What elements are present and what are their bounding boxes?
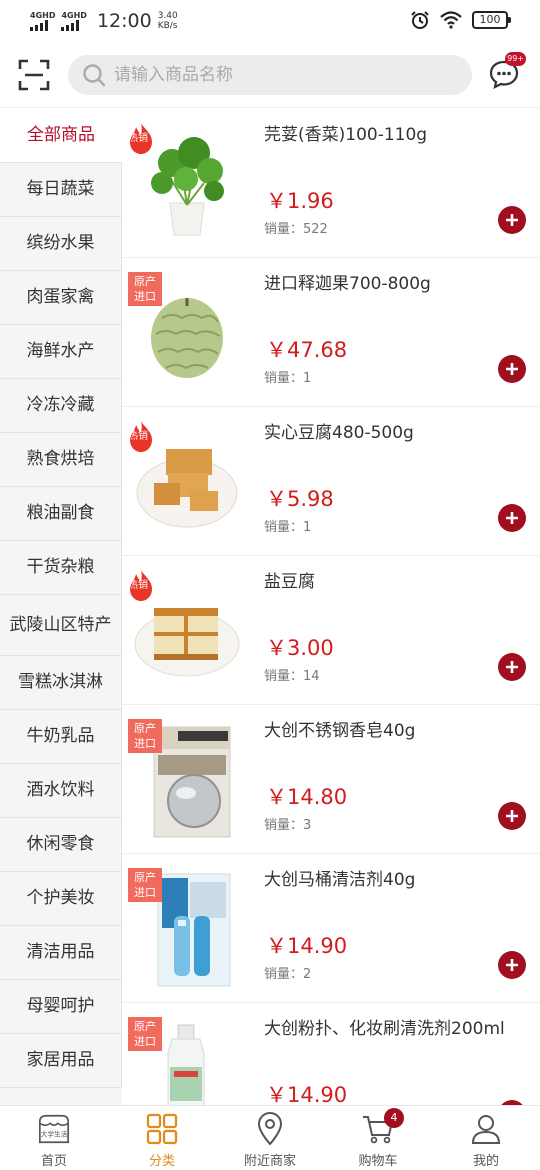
product-name: 大创马桶清洁剂40g — [264, 870, 416, 890]
plus-icon — [506, 810, 518, 822]
search-box[interactable] — [68, 54, 472, 95]
add-to-cart-button[interactable] — [498, 653, 526, 681]
product-sales: 销量：522 — [264, 222, 328, 237]
search-input[interactable] — [114, 64, 434, 85]
product-price: ￥14.90 — [266, 1083, 348, 1105]
sidebar-item-baby-care[interactable]: 母婴呵护 — [0, 980, 122, 1034]
status-bar: 4GHD 4GHD 12:00 3.40 KB/s 100 — [0, 0, 540, 42]
product-sales: 销量：1 — [264, 371, 312, 386]
battery-icon: 100 — [472, 11, 511, 29]
sidebar-item-vegetables[interactable]: 每日蔬菜 — [0, 163, 122, 217]
product-price: ￥1.96 — [266, 189, 334, 213]
category-grid-icon — [145, 1112, 179, 1146]
signal-2-icon: 4GHD — [61, 11, 87, 31]
tab-mine[interactable]: 我的 — [432, 1106, 540, 1170]
plus-icon — [506, 959, 518, 971]
sidebar-item-frozen[interactable]: 冷冻冷藏 — [0, 379, 122, 433]
product-price: ￥3.00 — [266, 636, 334, 660]
product-item[interactable]: 原产 进口 大创粉扑、化妆刷清洗剂200ml ￥14.90 — [122, 1003, 540, 1105]
sidebar-item-deli-bakery[interactable]: 熟食烘培 — [0, 433, 122, 487]
sidebar-item-personal-care[interactable]: 个护美妆 — [0, 872, 122, 926]
product-name: 芫荽(香菜)100-110g — [264, 125, 428, 145]
svg-text:大学生活: 大学生活 — [41, 1130, 68, 1139]
add-to-cart-button[interactable] — [498, 951, 526, 979]
product-item[interactable]: 原产 进口 大创马桶清洁剂40g ￥14.90 销量：2 — [122, 854, 540, 1003]
product-price: ￥47.68 — [266, 338, 348, 362]
product-item[interactable]: 热销 实心豆腐480-500g ￥5.98 销量：1 — [122, 407, 540, 556]
hot-sale-label: 热销 — [128, 580, 148, 591]
product-name: 实心豆腐480-500g — [264, 423, 414, 443]
wifi-icon — [440, 11, 462, 29]
sidebar-item-grain-oil[interactable]: 粮油副食 — [0, 487, 122, 541]
add-to-cart-button[interactable] — [498, 206, 526, 234]
clock: 12:00 — [96, 10, 152, 32]
sidebar-item-ice-cream[interactable]: 雪糕冰淇淋 — [0, 656, 122, 710]
scan-icon — [18, 59, 50, 90]
sidebar-item-fruits[interactable]: 缤纷水果 — [0, 217, 122, 271]
tab-category[interactable]: 分类 — [108, 1106, 216, 1170]
product-sales: 销量：14 — [264, 669, 320, 684]
tab-cart[interactable]: 4 购物车 — [324, 1106, 432, 1170]
product-sales: 销量：3 — [264, 818, 312, 833]
message-badge: 99+ — [505, 52, 526, 66]
product-name: 大创不锈钢香皂40g — [264, 721, 416, 741]
sidebar-item-wuling-specialty[interactable]: 武陵山区特产 — [0, 595, 122, 656]
product-list: 热销 芫荽(香菜)100-110g ￥1.96 销量：522 原产 进口 进口释迦… — [122, 109, 540, 1105]
category-sidebar: 全部商品 每日蔬菜 缤纷水果 肉蛋家禽 海鲜水产 冷冻冷藏 熟食烘培 粮油副食 … — [0, 109, 122, 1105]
plus-icon — [506, 512, 518, 524]
network-speed: 3.40 KB/s — [157, 11, 178, 31]
product-price: ￥14.80 — [266, 785, 348, 809]
add-to-cart-button[interactable] — [498, 802, 526, 830]
sidebar-item-dairy[interactable]: 牛奶乳品 — [0, 710, 122, 764]
alarm-icon — [411, 11, 429, 29]
sidebar-item-home[interactable]: 家居用品 — [0, 1034, 122, 1088]
tab-nearby[interactable]: 附近商家 — [216, 1106, 324, 1170]
sidebar-item-meat-eggs[interactable]: 肉蛋家禽 — [0, 271, 122, 325]
location-pin-icon — [253, 1112, 287, 1146]
search-header: 99+ — [0, 42, 540, 108]
message-button[interactable]: 99+ — [488, 52, 526, 92]
imported-badge: 原产 进口 — [128, 272, 162, 306]
sidebar-item-cleaning[interactable]: 清洁用品 — [0, 926, 122, 980]
product-item[interactable]: 原产 进口 进口释迦果700-800g ￥47.68 销量：1 — [122, 258, 540, 407]
hot-sale-label: 热销 — [128, 431, 148, 442]
imported-badge: 原产 进口 — [128, 868, 162, 902]
sidebar-item-snacks[interactable]: 休闲零食 — [0, 818, 122, 872]
sidebar-item-drinks[interactable]: 酒水饮料 — [0, 764, 122, 818]
product-price: ￥5.98 — [266, 487, 334, 511]
imported-badge: 原产 进口 — [128, 1017, 162, 1051]
imported-badge: 原产 进口 — [128, 719, 162, 753]
product-item[interactable]: 原产 进口 大创不锈钢香皂40g ￥14.80 销量：3 — [122, 705, 540, 854]
product-price: ￥14.90 — [266, 934, 348, 958]
product-sales: 销量：2 — [264, 967, 312, 982]
signal-1-icon: 4GHD — [30, 11, 55, 31]
bottom-tab-bar: 大学生活 首页 分类 附近商家 4 购物车 我的 — [0, 1105, 540, 1170]
plus-icon — [506, 214, 518, 226]
home-logo-icon: 大学生活 — [37, 1112, 71, 1146]
sidebar-item-dried-goods[interactable]: 干货杂粮 — [0, 541, 122, 595]
tab-home[interactable]: 大学生活 首页 — [0, 1106, 108, 1170]
product-name: 进口释迦果700-800g — [264, 274, 431, 294]
search-icon — [83, 63, 106, 86]
product-name: 大创粉扑、化妆刷清洗剂200ml — [264, 1019, 505, 1039]
product-name: 盐豆腐 — [264, 572, 315, 592]
plus-icon — [506, 661, 518, 673]
add-to-cart-button[interactable] — [498, 355, 526, 383]
product-sales: 销量：1 — [264, 520, 312, 535]
sidebar-item-seafood[interactable]: 海鲜水产 — [0, 325, 122, 379]
cart-count-badge: 4 — [384, 1108, 404, 1128]
user-icon — [469, 1112, 503, 1146]
product-item[interactable]: 热销 盐豆腐 ￥3.00 销量：14 — [122, 556, 540, 705]
add-to-cart-button[interactable] — [498, 504, 526, 532]
plus-icon — [506, 363, 518, 375]
product-item[interactable]: 热销 芫荽(香菜)100-110g ￥1.96 销量：522 — [122, 109, 540, 258]
scan-button[interactable] — [18, 59, 50, 91]
sidebar-item-all[interactable]: 全部商品 — [0, 109, 122, 163]
hot-sale-label: 热销 — [128, 133, 148, 144]
